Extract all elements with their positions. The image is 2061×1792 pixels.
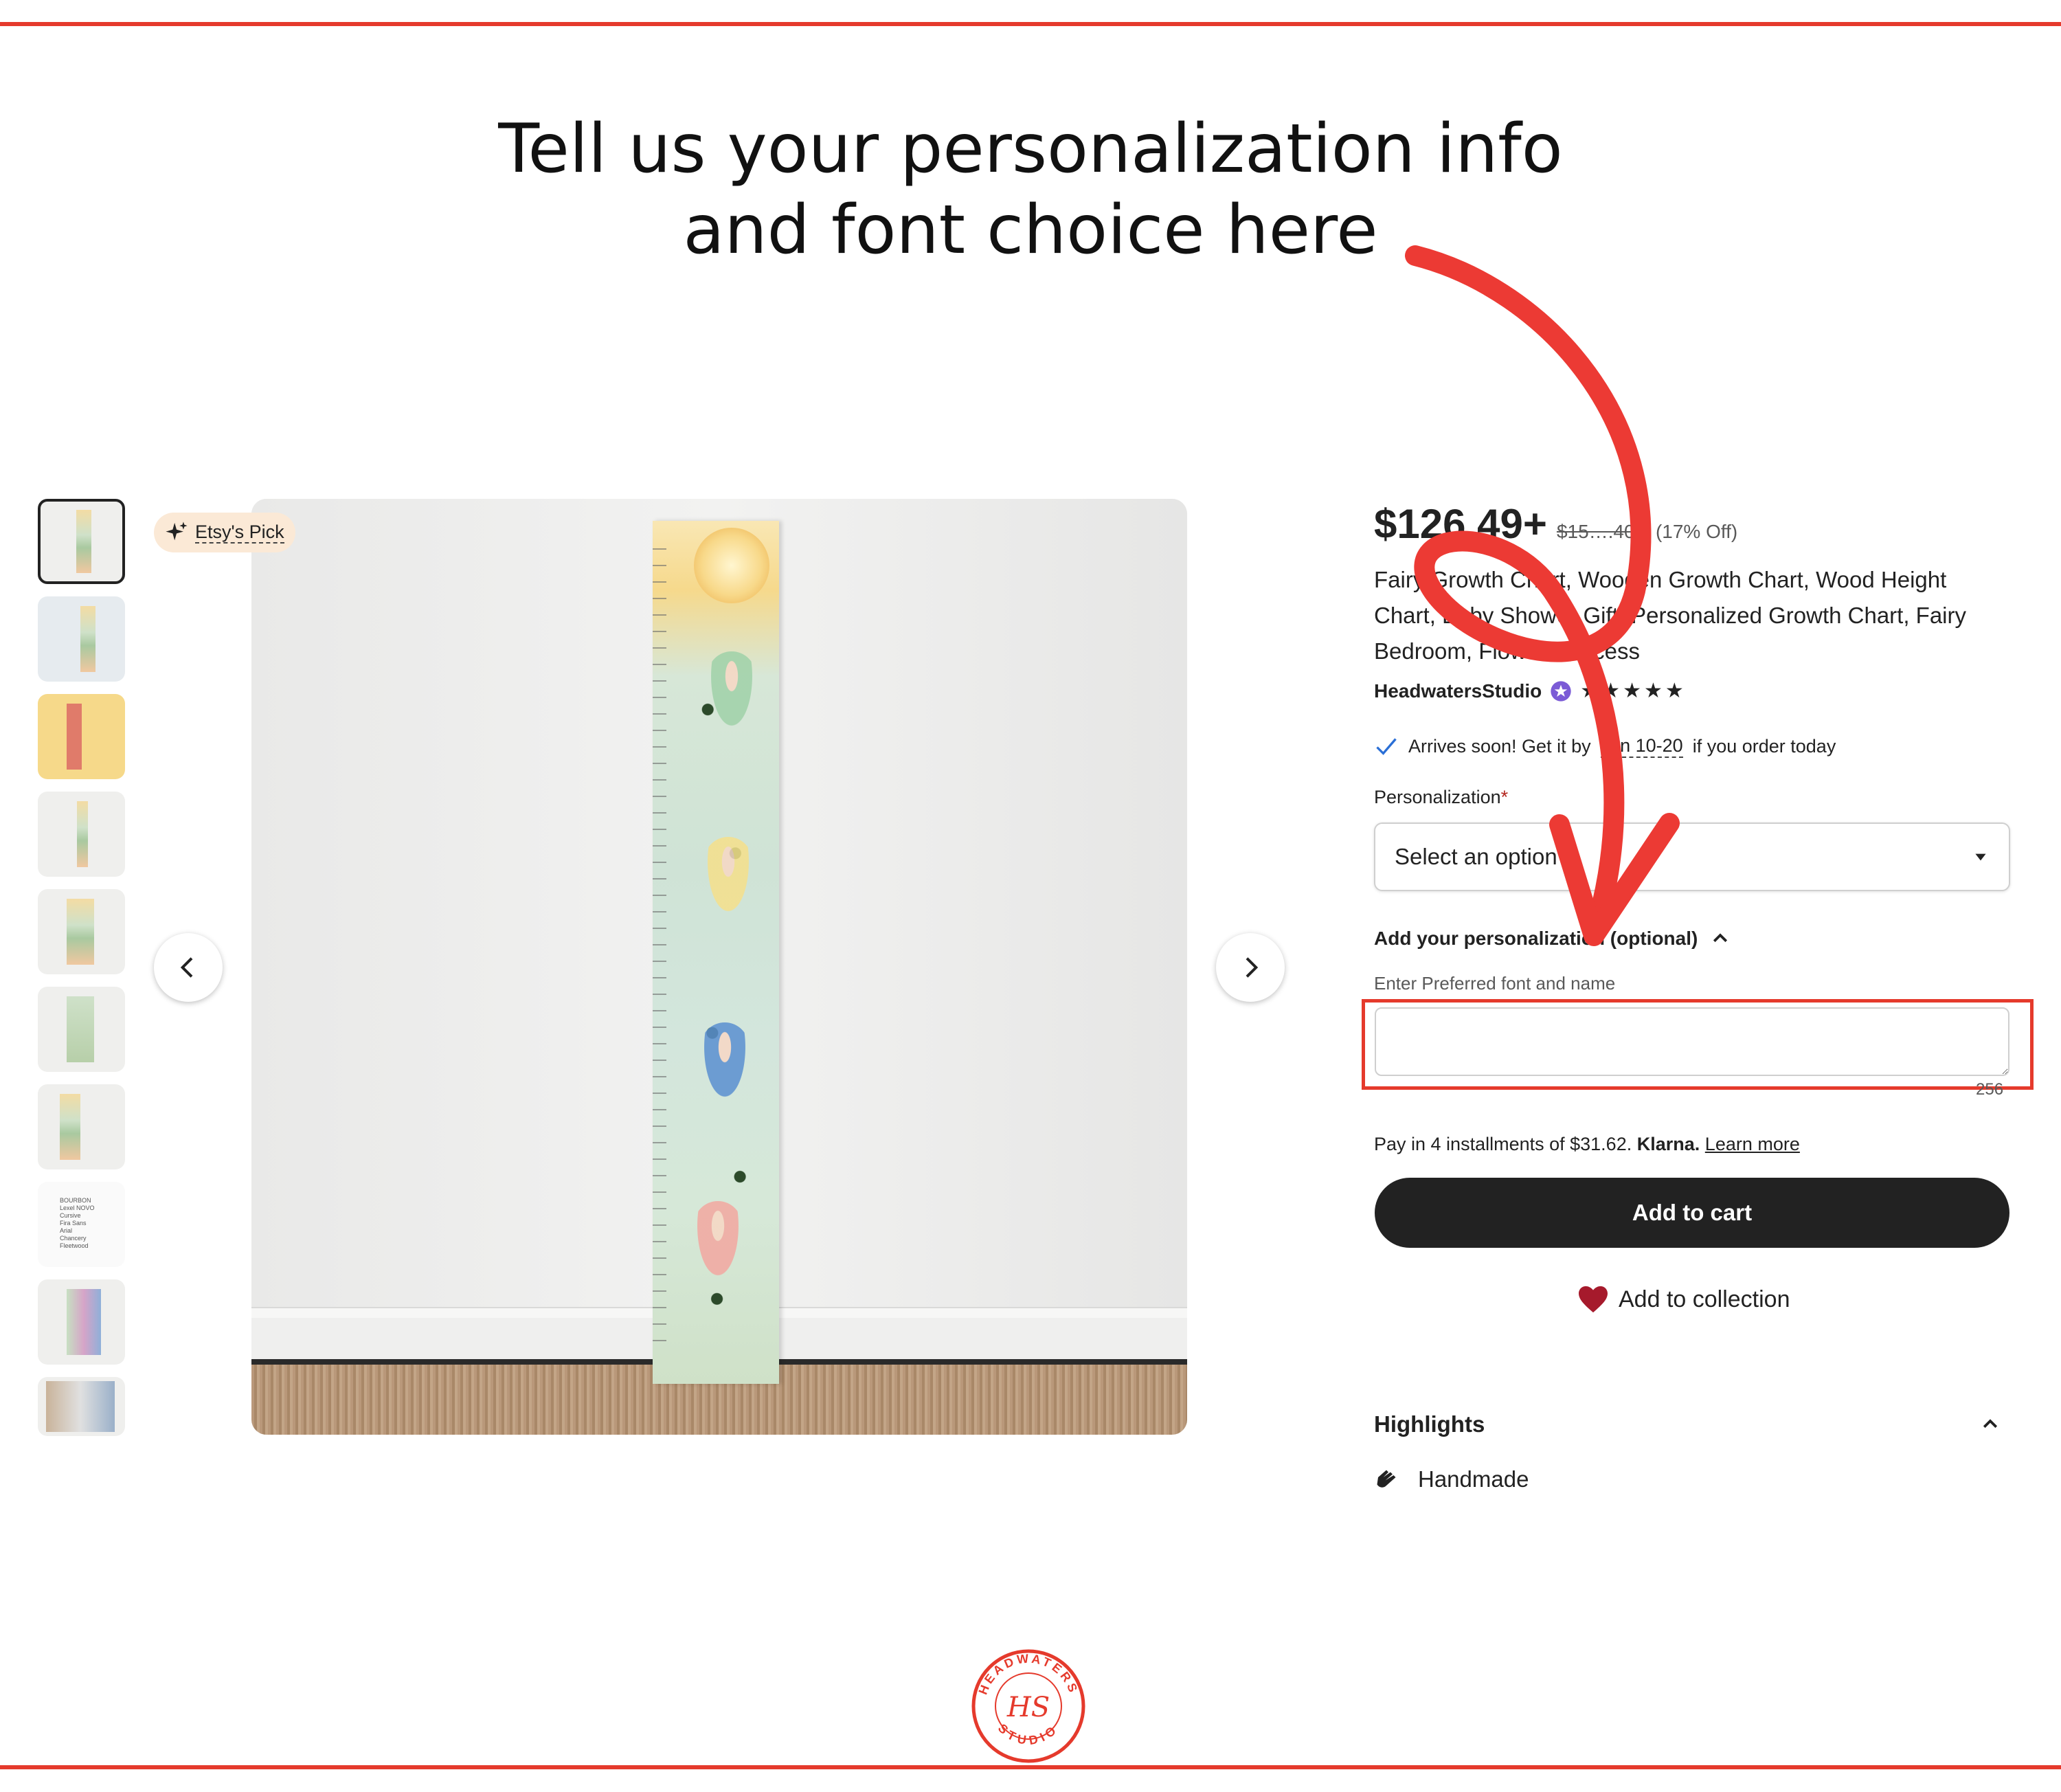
font-sample-list: BOURBON Lexel NOVO Cursive Fira Sans Ari… [60,1197,95,1249]
top-border-line [0,22,2061,26]
caret-down-icon [1975,853,1986,861]
growth-chart-board [653,521,779,1384]
sun-illustration [694,528,769,603]
headwaters-studio-logo: HEADWATERS STUDIO HS [971,1649,1085,1763]
add-personalization-label: Add your personalization (optional) [1374,928,1698,949]
thumbnail-2[interactable] [38,596,125,682]
fairy-illustration-pink [694,1201,742,1284]
highlight-item: Handmade [1374,1466,1529,1492]
chevron-up-icon [1713,933,1728,943]
product-main-image[interactable] [251,499,1187,1435]
etsys-pick-badge[interactable]: Etsy's Pick [154,513,295,552]
klarna-installments: Pay in 4 installments of $31.62. Klarna.… [1374,1134,1800,1155]
fairy-illustration-yellow [704,837,752,919]
chevron-up-icon [1983,1419,1998,1429]
highlights-title: Highlights [1374,1411,1485,1437]
rating-stars[interactable]: ★★★★★ [1580,679,1686,703]
previous-image-button[interactable] [154,933,223,1002]
price-row: $126.49+ $15….40+ (17% Off) [1374,500,1737,548]
add-to-collection-label: Add to collection [1619,1286,1790,1312]
star-seller-icon [1551,680,1571,702]
arrives-suffix: if you order today [1692,735,1836,757]
annotation-highlight-box [1362,999,2034,1090]
svg-text:HS: HS [1006,1692,1050,1723]
personalization-input-label: Enter Preferred font and name [1374,973,1616,994]
highlight-label: Handmade [1418,1466,1529,1492]
add-to-cart-button[interactable]: Add to cart [1375,1178,2009,1248]
thumbnail-10[interactable] [38,1377,125,1436]
original-price: $15….40+ [1556,521,1646,542]
thumbnail-6[interactable] [38,987,125,1072]
chevron-right-icon [1246,957,1259,978]
thumbnail-9[interactable] [38,1279,125,1365]
headline-line-1: Tell us your personalization info [498,110,1563,188]
product-title: Fairy Growth Chart, Wooden Growth Chart,… [1374,567,1966,664]
ruler-ticks [653,548,666,1356]
bottom-border-line [0,1765,2061,1769]
klarna-brand: Klarna. [1636,1134,1700,1154]
required-mark: * [1500,787,1509,807]
select-value: Select an option [1395,844,1557,869]
chevron-left-icon [180,957,193,978]
price: $126.49+ [1374,501,1547,547]
arrives-prefix: Arrives soon! Get it by [1408,735,1591,757]
personalization-label: Personalization* [1374,787,1508,808]
learn-more-link[interactable]: Learn more [1705,1134,1800,1154]
checkmark-icon [1376,738,1397,755]
thumbnail-1[interactable] [38,499,125,584]
thumbnail-7[interactable] [38,1084,125,1169]
thumbnail-3[interactable] [38,694,125,779]
personalization-label-text: Personalization [1374,787,1501,807]
fairy-illustration-blue [701,1022,749,1105]
heart-icon [1579,1286,1608,1313]
shop-name-link[interactable]: HeadwatersStudio [1374,680,1542,702]
hand-icon [1377,1470,1396,1488]
discount-label: (17% Off) [1655,521,1738,542]
personalization-select[interactable]: Select an option [1374,822,2010,891]
next-image-button[interactable] [1216,933,1285,1002]
arrival-date[interactable]: Jun 10-20 [1600,735,1683,758]
shop-row: HeadwatersStudio ★★★★★ [1374,679,1687,703]
fairy-illustration-green [708,651,756,734]
sparkle-icon [166,522,188,541]
add-to-collection-button[interactable]: Add to collection [1577,1285,1790,1314]
thumbnail-8-font-samples[interactable]: BOURBON Lexel NOVO Cursive Fira Sans Ari… [38,1182,125,1267]
etsys-pick-label: Etsy's Pick [195,522,284,544]
headline: Tell us your personalization info and fo… [0,109,2061,271]
headline-line-2: and font choice here [683,191,1378,269]
thumbnail-4[interactable] [38,792,125,877]
character-counter: 256 [1976,1080,2004,1099]
klarna-text: Pay in 4 installments of $31.62. [1374,1134,1632,1154]
arrival-info: Arrives soon! Get it by Jun 10-20 if you… [1374,734,1836,759]
add-personalization-toggle[interactable]: Add your personalization (optional) [1374,928,1731,950]
highlights-collapse-toggle[interactable] [1980,1414,2001,1438]
thumbnail-5[interactable] [38,889,125,974]
